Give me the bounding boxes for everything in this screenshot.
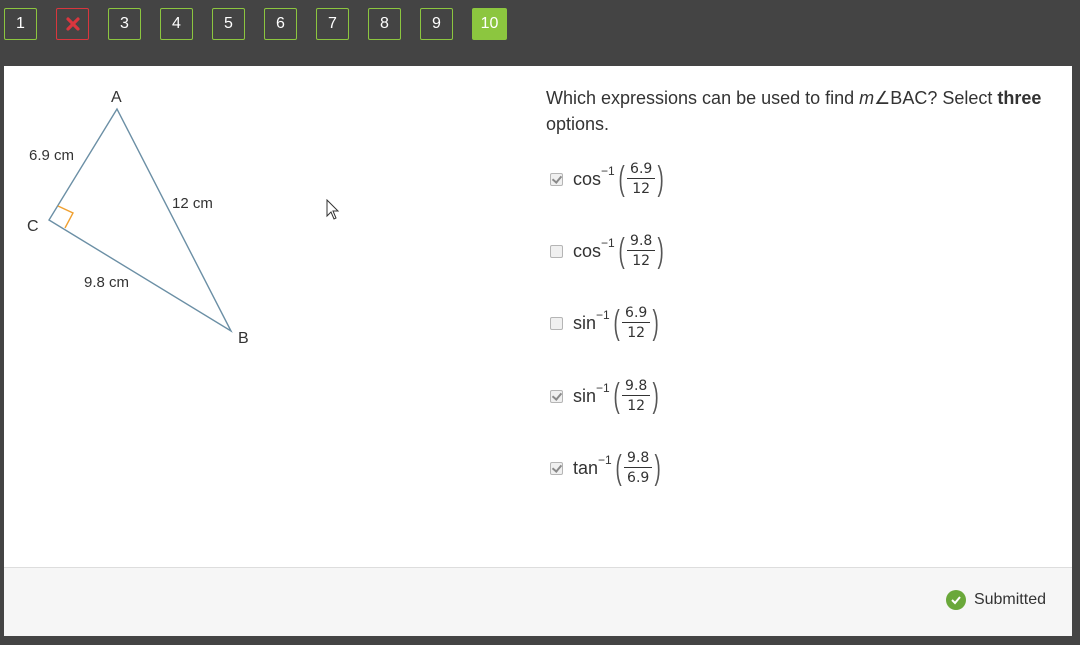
answer-option-2[interactable]: cos −1(9.8 12) bbox=[550, 231, 667, 271]
vertex-label-c: C bbox=[27, 218, 39, 235]
side-label-ab: 12 cm bbox=[172, 195, 213, 212]
footer-bar: Submitted bbox=[4, 567, 1072, 636]
vertex-label-b: B bbox=[238, 330, 249, 347]
function-exponent: −1 bbox=[598, 453, 612, 467]
question-button-7[interactable]: 7 bbox=[316, 8, 349, 40]
question-emphasis: three bbox=[997, 88, 1042, 108]
question-button-10[interactable]: 10 bbox=[472, 8, 507, 40]
question-text: Which expressions can be used to find bbox=[546, 88, 860, 108]
function-name: cos bbox=[573, 168, 602, 189]
question-button-8[interactable]: 8 bbox=[368, 8, 401, 40]
function-name: sin bbox=[573, 312, 597, 333]
fraction-numerator: 9.8 bbox=[624, 450, 653, 468]
fraction-numerator: 9.8 bbox=[622, 378, 651, 396]
fraction-numerator: 9.8 bbox=[627, 233, 656, 251]
question-panel: A C B 6.9 cm 12 cm 9.8 cm Which expressi… bbox=[4, 66, 1072, 567]
question-button-6[interactable]: 6 bbox=[264, 8, 297, 40]
question-nav-bar: 1 3 4 5 6 7 8 9 10 bbox=[0, 0, 1080, 66]
question-button-2[interactable] bbox=[56, 8, 89, 40]
answer-expression: tan −1(9.8 6.9) bbox=[573, 449, 662, 487]
answer-checkbox[interactable] bbox=[550, 461, 563, 475]
answer-expression: cos −1(6.9 12) bbox=[573, 160, 665, 198]
right-angle-marker bbox=[57, 205, 74, 229]
fraction: 6.9 12 bbox=[627, 161, 656, 197]
answer-option-3[interactable]: sin −1(6.9 12) bbox=[550, 303, 662, 343]
answer-option-5[interactable]: tan −1(9.8 6.9) bbox=[550, 448, 664, 488]
question-button-3[interactable]: 3 bbox=[108, 8, 141, 40]
question-text-end: options. bbox=[546, 114, 610, 134]
fraction-denominator: 12 bbox=[632, 253, 651, 269]
mouse-cursor-icon bbox=[326, 199, 340, 220]
question-button-5[interactable]: 5 bbox=[212, 8, 245, 40]
fraction-denominator: 6.9 bbox=[627, 470, 650, 486]
answer-expression: cos −1(9.8 12) bbox=[573, 232, 665, 270]
side-label-ac: 6.9 cm bbox=[29, 147, 74, 164]
function-exponent: −1 bbox=[596, 381, 610, 395]
fraction: 9.8 6.9 bbox=[624, 450, 653, 486]
function-exponent: −1 bbox=[596, 308, 610, 322]
function-exponent: −1 bbox=[601, 164, 615, 178]
status-text: Submitted bbox=[973, 591, 1046, 608]
vertex-label-a: A bbox=[111, 89, 122, 106]
answer-option-1[interactable]: cos −1(6.9 12) bbox=[550, 159, 667, 199]
answer-checkbox[interactable] bbox=[550, 244, 563, 258]
fraction-denominator: 12 bbox=[632, 181, 651, 197]
question-button-4[interactable]: 4 bbox=[160, 8, 193, 40]
fraction: 9.8 12 bbox=[622, 378, 651, 414]
fraction-numerator: 6.9 bbox=[627, 161, 656, 179]
angle-measure-var: m bbox=[859, 88, 875, 108]
answer-checkbox[interactable] bbox=[550, 389, 563, 403]
side-label-cb: 9.8 cm bbox=[84, 274, 129, 291]
fraction-denominator: 12 bbox=[627, 398, 646, 414]
answer-option-4[interactable]: sin −1(9.8 12) bbox=[550, 376, 662, 416]
function-exponent: −1 bbox=[601, 236, 615, 250]
fraction: 9.8 12 bbox=[627, 233, 656, 269]
fraction-numerator: 6.9 bbox=[622, 305, 651, 323]
triangle-diagram: A C B 6.9 cm 12 cm 9.8 cm bbox=[27, 89, 249, 347]
question-button-1[interactable]: 1 bbox=[4, 8, 37, 40]
function-name: sin bbox=[573, 385, 597, 406]
question-button-9[interactable]: 9 bbox=[420, 8, 453, 40]
submission-status: Submitted bbox=[945, 590, 1046, 610]
question-prompt: Which expressions can be used to find m∠… bbox=[546, 85, 1046, 137]
answer-checkbox[interactable] bbox=[550, 172, 563, 186]
function-name: cos bbox=[573, 240, 602, 261]
answer-checkbox[interactable] bbox=[550, 316, 563, 330]
answer-expression: sin −1(9.8 12) bbox=[573, 377, 660, 415]
answer-expression: sin −1(6.9 12) bbox=[573, 304, 660, 342]
angle-name: ∠BAC bbox=[874, 88, 928, 108]
question-text-mid: ? Select bbox=[927, 88, 998, 108]
function-name: tan bbox=[573, 457, 599, 478]
fraction-denominator: 12 bbox=[627, 325, 646, 341]
fraction: 6.9 12 bbox=[622, 305, 651, 341]
check-circle-icon bbox=[945, 590, 966, 610]
x-icon bbox=[65, 17, 80, 31]
triangle-shape bbox=[48, 107, 233, 333]
